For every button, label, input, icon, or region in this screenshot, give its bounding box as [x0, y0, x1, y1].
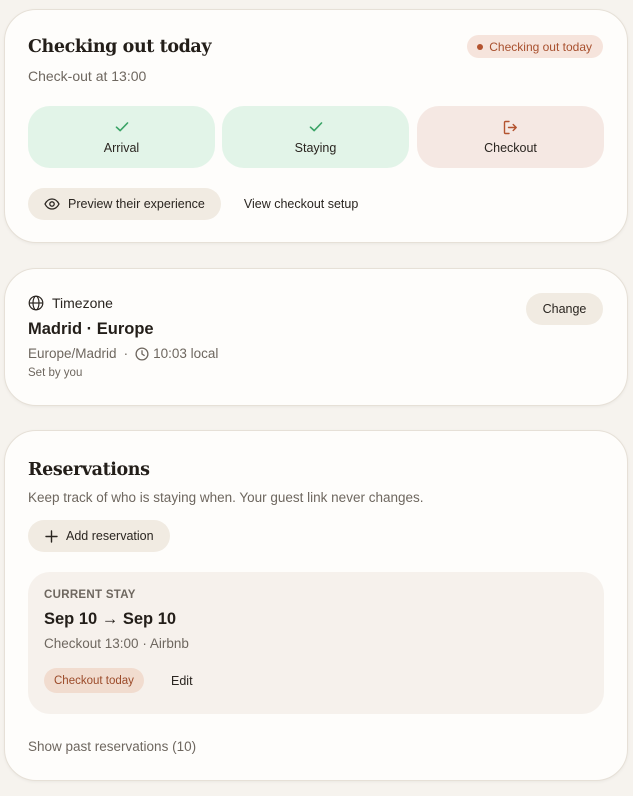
- timezone-heading: Timezone: [28, 295, 113, 311]
- change-timezone-button[interactable]: Change: [526, 293, 603, 325]
- checkout-today-badge: Checkout today: [44, 668, 144, 693]
- logout-icon: [503, 119, 518, 135]
- step-label: Staying: [294, 141, 337, 155]
- eye-icon: [44, 198, 60, 210]
- add-reservation-button[interactable]: Add reservation: [28, 520, 170, 552]
- meta-separator: ·: [123, 346, 129, 361]
- reservations-card: Reservations Keep track of who is stayin…: [4, 430, 628, 781]
- globe-icon: [28, 295, 44, 311]
- step-label: Checkout: [484, 141, 537, 155]
- add-reservation-label: Add reservation: [66, 529, 154, 543]
- step-label: Arrival: [103, 141, 140, 155]
- timezone-id: Europe/Madrid: [28, 346, 117, 361]
- clock-icon: [135, 346, 149, 361]
- timezone-set-by: Set by you: [28, 367, 83, 379]
- section-title: Reservations: [28, 460, 150, 480]
- status-actions: Preview their experience View checkout s…: [28, 188, 358, 220]
- check-icon: [309, 119, 323, 135]
- current-stay-card: CURRENT STAY Sep 10 → Sep 10 Checkout 13…: [28, 572, 604, 714]
- timezone-meta: Europe/Madrid · 10:03 local: [28, 346, 218, 361]
- show-past-reservations-link[interactable]: Show past reservations (10): [28, 739, 196, 754]
- stay-meta: Checkout 13:00 · Airbnb: [44, 636, 189, 651]
- status-badge: Checking out today: [467, 35, 603, 58]
- step-staying: Staying: [222, 106, 409, 168]
- preview-experience-button[interactable]: Preview their experience: [28, 188, 221, 220]
- local-time: 10:03 local: [153, 346, 219, 361]
- timezone-heading-label: Timezone: [52, 295, 113, 311]
- step-arrival: Arrival: [28, 106, 215, 168]
- timezone-name: Madrid · Europe: [28, 320, 154, 338]
- step-checkout: Checkout: [417, 106, 604, 168]
- stay-dates: Sep 10 → Sep 10: [44, 610, 177, 628]
- card-title: Checking out today: [28, 37, 212, 57]
- preview-experience-label: Preview their experience: [68, 197, 205, 211]
- stay-progress-steps: Arrival Staying Checkout: [28, 106, 604, 168]
- view-checkout-setup-link[interactable]: View checkout setup: [244, 197, 358, 211]
- status-dot-icon: [477, 43, 484, 50]
- section-description: Keep track of who is staying when. Your …: [28, 490, 424, 505]
- edit-reservation-button[interactable]: Edit: [171, 674, 193, 688]
- check-icon: [115, 119, 129, 135]
- timezone-card: Timezone Madrid · Europe Europe/Madrid ·…: [4, 268, 628, 406]
- status-badge-label: Checking out today: [489, 39, 592, 54]
- checkout-status-card: Checking out today Checking out today Ch…: [4, 9, 628, 243]
- current-stay-label: CURRENT STAY: [44, 589, 136, 601]
- checkout-time-text: Check-out at 13:00: [28, 68, 147, 84]
- plus-icon: [45, 529, 58, 543]
